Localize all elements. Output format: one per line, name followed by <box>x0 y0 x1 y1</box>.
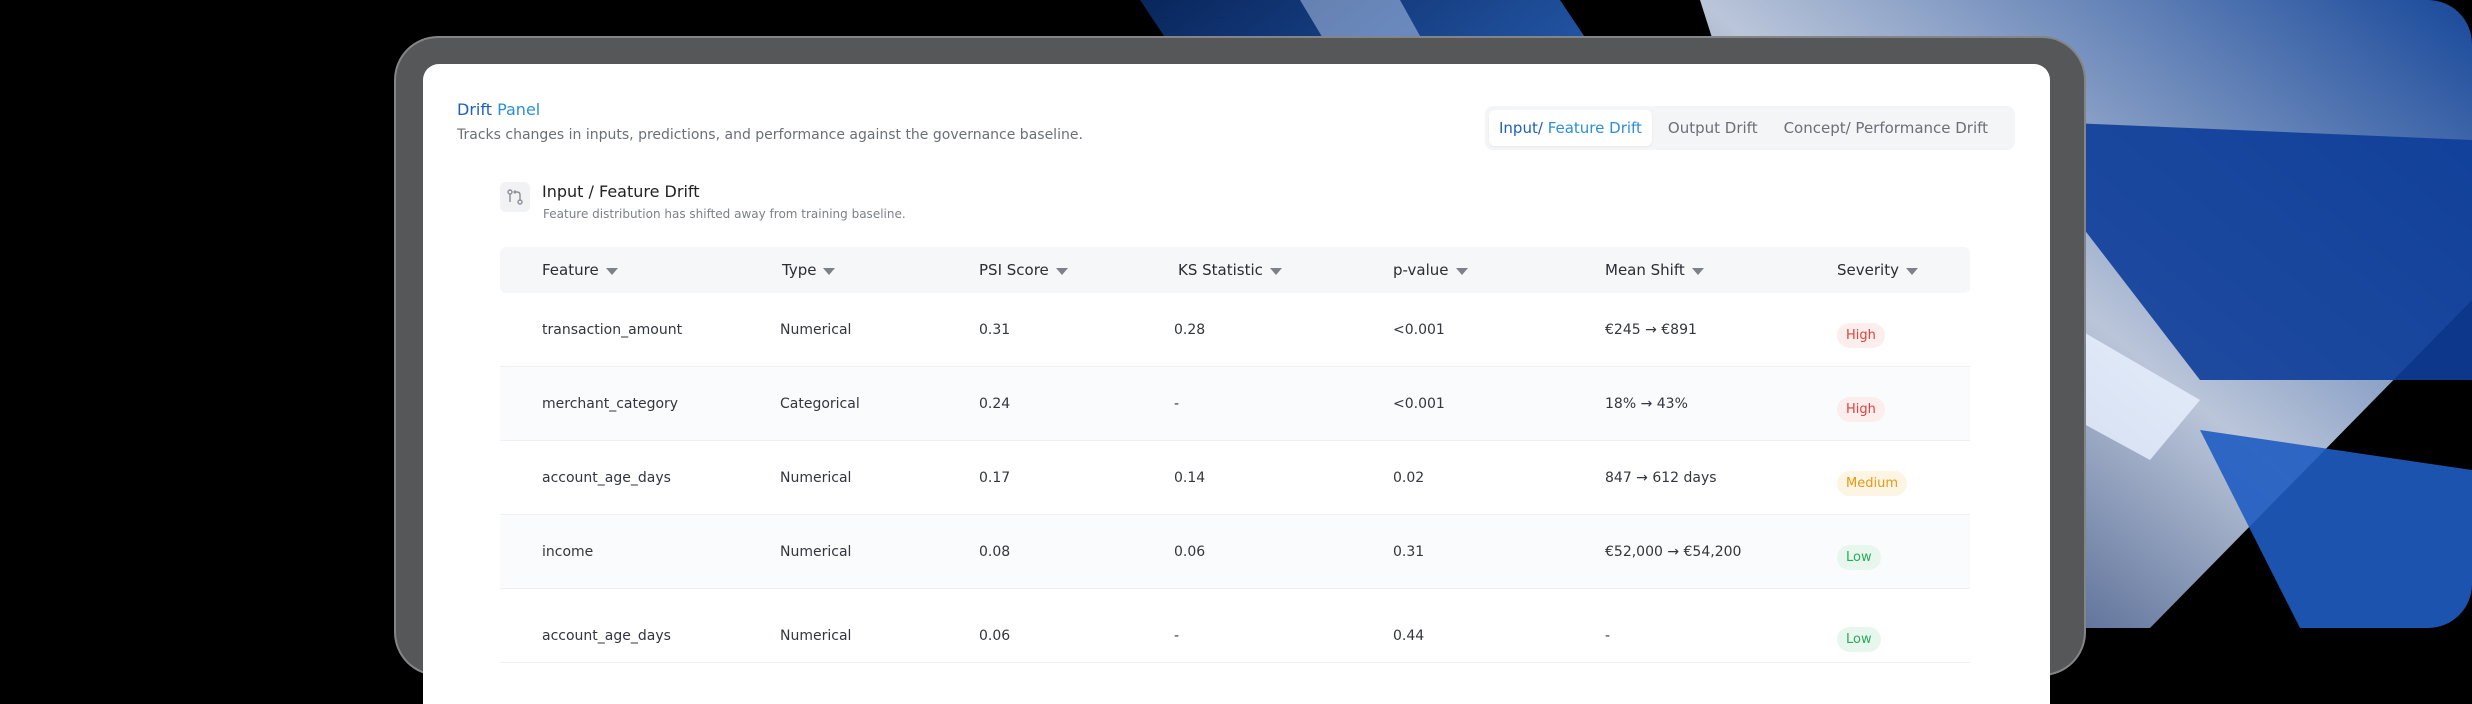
table-row[interactable]: account_age_days Numerical 0.06 - 0.44 -… <box>500 589 1970 663</box>
table-row[interactable]: account_age_days Numerical 0.17 0.14 0.0… <box>500 441 1970 515</box>
column-header-p-value[interactable]: p-value <box>1393 247 1468 293</box>
page-title-main: Drift <box>457 100 492 119</box>
tab-label: Output Drift <box>1667 119 1758 137</box>
column-header-label: Severity <box>1837 261 1899 279</box>
cell-mean-shift: 18% → 43% <box>1605 395 1688 412</box>
drift-panel-screen: Drift Panel Tracks changes in inputs, pr… <box>423 64 2050 704</box>
table-header: Feature Type PSI Score KS Statistic p-va… <box>500 247 1970 293</box>
caret-down-icon <box>1455 267 1468 275</box>
cell-severity: Low <box>1837 515 1881 594</box>
column-header-mean-shift[interactable]: Mean Shift <box>1605 247 1704 293</box>
column-header-label: PSI Score <box>979 261 1049 279</box>
cell-ks-statistic: 0.14 <box>1174 469 1206 486</box>
section-description: Feature distribution has shifted away fr… <box>543 207 906 221</box>
caret-down-icon <box>1691 267 1704 275</box>
cell-severity: High <box>1837 293 1885 372</box>
tab-output-drift[interactable]: Output Drift <box>1658 110 1768 146</box>
cell-ks-statistic: 0.06 <box>1174 543 1206 560</box>
cell-mean-shift: 847 → 612 days <box>1605 469 1717 486</box>
cell-severity: Low <box>1837 589 1881 676</box>
caret-down-icon <box>1055 267 1068 275</box>
cell-feature: transaction_amount <box>542 321 683 338</box>
table-row[interactable]: transaction_amount Numerical 0.31 0.28 <… <box>500 293 1970 367</box>
column-header-label: KS Statistic <box>1178 261 1263 279</box>
caret-down-icon <box>823 267 836 275</box>
column-header-type[interactable]: Type <box>782 247 836 293</box>
severity-badge: Low <box>1837 545 1881 570</box>
tab-label-main: Input/ <box>1499 119 1543 137</box>
cell-p-value: 0.02 <box>1393 469 1425 486</box>
tab-label-accent: Feature Drift <box>1547 119 1642 137</box>
page-title: Drift Panel <box>457 100 540 119</box>
cell-p-value: <0.001 <box>1393 395 1445 412</box>
caret-down-icon <box>1905 267 1918 275</box>
cell-type: Numerical <box>780 543 852 560</box>
cell-severity: High <box>1837 367 1885 446</box>
column-header-label: Feature <box>542 261 599 279</box>
feature-drift-table: Feature Type PSI Score KS Statistic p-va… <box>500 247 1970 663</box>
git-compare-icon <box>500 182 530 212</box>
cell-type: Categorical <box>780 395 860 412</box>
page-title-accent: Panel <box>497 100 541 119</box>
severity-badge: Medium <box>1837 471 1907 496</box>
tab-label: Concept/ Performance Drift <box>1783 119 1989 137</box>
cell-type: Numerical <box>780 627 852 644</box>
column-header-label: Type <box>782 261 817 279</box>
cell-mean-shift: - <box>1605 627 1611 644</box>
tab-input-feature-drift[interactable]: Input/ Feature Drift <box>1489 110 1652 146</box>
column-header-psi-score[interactable]: PSI Score <box>979 247 1068 293</box>
cell-ks-statistic: 0.28 <box>1174 321 1206 338</box>
column-header-feature[interactable]: Feature <box>542 247 618 293</box>
cell-type: Numerical <box>780 321 852 338</box>
cell-feature: account_age_days <box>542 469 671 486</box>
cell-psi-score: 0.06 <box>979 627 1011 644</box>
cell-type: Numerical <box>780 469 852 486</box>
table-row[interactable]: merchant_category Categorical 0.24 - <0.… <box>500 367 1970 441</box>
cell-mean-shift: €245 → €891 <box>1605 321 1697 338</box>
column-header-label: p-value <box>1393 261 1449 279</box>
cell-psi-score: 0.08 <box>979 543 1011 560</box>
drift-tabs: Input/ Feature Drift Output Drift Concep… <box>1485 106 2015 150</box>
cell-mean-shift: €52,000 → €54,200 <box>1605 543 1742 560</box>
cell-ks-statistic: - <box>1174 395 1180 412</box>
cell-p-value: <0.001 <box>1393 321 1445 338</box>
severity-badge: High <box>1837 397 1885 422</box>
cell-psi-score: 0.17 <box>979 469 1011 486</box>
cell-feature: income <box>542 543 594 560</box>
cell-psi-score: 0.31 <box>979 321 1011 338</box>
caret-down-icon <box>1269 267 1282 275</box>
cell-feature: merchant_category <box>542 395 679 412</box>
column-header-label: Mean Shift <box>1605 261 1685 279</box>
cell-p-value: 0.44 <box>1393 627 1425 644</box>
cell-ks-statistic: - <box>1174 627 1180 644</box>
cell-psi-score: 0.24 <box>979 395 1011 412</box>
severity-badge: Low <box>1837 627 1881 652</box>
severity-badge: High <box>1837 323 1885 348</box>
column-header-ks-statistic[interactable]: KS Statistic <box>1178 247 1282 293</box>
column-header-severity[interactable]: Severity <box>1837 247 1918 293</box>
cell-severity: Medium <box>1837 441 1907 520</box>
page-subtitle: Tracks changes in inputs, predictions, a… <box>457 127 1083 143</box>
cell-p-value: 0.31 <box>1393 543 1425 560</box>
caret-down-icon <box>605 267 618 275</box>
section-title: Input / Feature Drift <box>542 182 700 201</box>
cell-feature: account_age_days <box>542 627 671 644</box>
tab-concept-performance-drift[interactable]: Concept/ Performance Drift <box>1774 110 1998 146</box>
table-row[interactable]: income Numerical 0.08 0.06 0.31 €52,000 … <box>500 515 1970 589</box>
